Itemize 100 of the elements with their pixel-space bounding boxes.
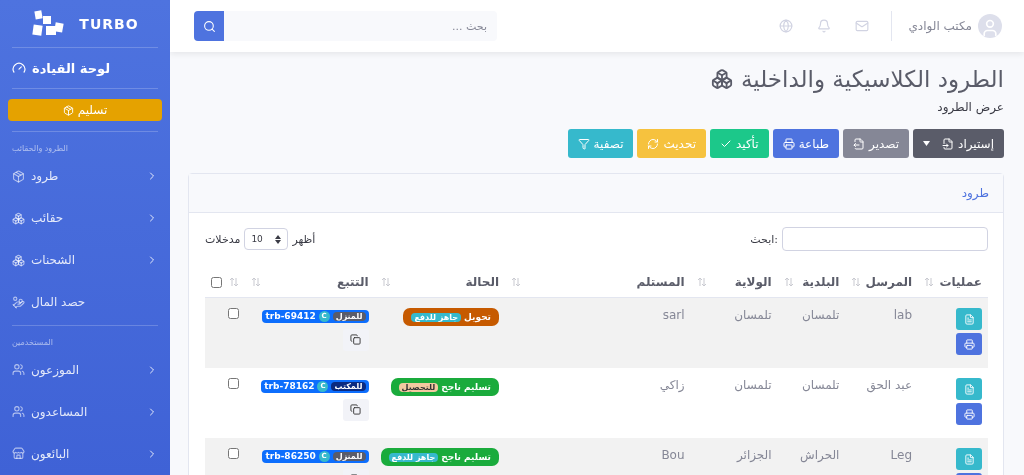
column-header[interactable]: المستلم (636, 275, 685, 289)
length-select[interactable]: 10 (244, 228, 289, 250)
table-cell: تلمسان (777, 368, 846, 438)
table-cell: عبد الحق (845, 368, 919, 438)
sidebar-item[interactable]: حقائب (8, 197, 162, 240)
sidebar-item[interactable]: الشحنات (8, 239, 162, 282)
print-button[interactable] (956, 403, 982, 425)
column-header[interactable]: الحالة (465, 275, 499, 289)
document-button[interactable] (956, 308, 982, 330)
page-subtitle: عرض الطرود (936, 100, 1004, 114)
sort-icon (924, 277, 935, 287)
filter-label: :ابحث (750, 232, 778, 246)
table-cell: زاكي (505, 368, 691, 438)
table-cell: تلمسان (777, 297, 846, 368)
table-cell: الحراش (777, 438, 846, 475)
column-header[interactable]: البلدية (802, 275, 840, 289)
search-icon (202, 19, 216, 33)
boxes-icon (12, 211, 25, 225)
table-cell: تلمسان (690, 368, 778, 438)
row-checkbox[interactable] (227, 448, 239, 459)
tracking-number: trb-86250 (265, 451, 316, 461)
search-button[interactable] (194, 11, 224, 41)
payment-tag: للتحصيل (398, 382, 439, 392)
document-icon (963, 313, 975, 325)
boxes-icon (711, 68, 733, 90)
hand-icon (12, 295, 25, 309)
file-export-icon (853, 137, 866, 150)
store-icon (12, 447, 25, 461)
boxes-icon (12, 253, 25, 267)
sidebar-item[interactable]: البائعون (8, 433, 162, 475)
package-icon (62, 104, 74, 116)
row-checkbox[interactable] (227, 308, 239, 319)
sidebar-heading: الطرود والحقائب (11, 143, 69, 156)
dashboard-link[interactable]: لوحة القيادة (8, 48, 162, 89)
brand-name: TURBO (79, 15, 139, 32)
tracking-number: trb-78162 (264, 381, 315, 391)
length-label: أظهر (292, 232, 316, 246)
copy-button[interactable] (342, 398, 369, 421)
search-field[interactable]: بحث ... (224, 11, 497, 41)
copy-icon (350, 404, 361, 415)
table-cell: sarl (505, 297, 691, 368)
refresh-icon (647, 137, 660, 150)
table-cell: الجزائر (690, 438, 778, 475)
length-label: مدخلات (205, 232, 241, 246)
tracking-number: trb-69412 (265, 311, 316, 321)
sort-icon (250, 277, 261, 287)
table-cell: Leg (845, 438, 919, 475)
column-header[interactable]: الولاية (734, 275, 772, 289)
print-button[interactable] (956, 333, 982, 355)
delivery-tag: للمكتب (331, 381, 366, 391)
users-icon (12, 363, 25, 377)
sort-icon (228, 277, 239, 287)
sidebar-item[interactable]: الموزعون (8, 349, 162, 391)
file-import-icon (942, 137, 955, 150)
delivery-tag: للمنزل (332, 451, 366, 461)
gauge-icon (12, 61, 26, 76)
column-header[interactable]: المرسل (865, 275, 913, 289)
copy-icon (350, 334, 361, 345)
action-button[interactable]: تصدير (843, 129, 910, 158)
document-icon (963, 383, 975, 395)
action-button[interactable]: طباعة (772, 129, 840, 158)
delivery-tag: للمنزل (332, 311, 366, 321)
document-button[interactable] (956, 448, 982, 470)
logo-icon (31, 8, 66, 39)
caret-icon (923, 141, 931, 146)
action-button[interactable]: إستيراد (913, 129, 1004, 158)
column-header[interactable]: عمليات (939, 275, 982, 289)
row-checkbox[interactable] (227, 378, 239, 389)
status-label: تحويل (464, 312, 491, 322)
status-label: تسليم ناجح (441, 382, 491, 392)
printer-icon (963, 338, 975, 350)
table-cell: lab (845, 297, 919, 368)
sidebar-heading: المستخدمين (11, 337, 54, 349)
page-title: الطرود الكلاسيكية والداخلية (741, 66, 1004, 92)
sidebar-item[interactable]: حصد المال (8, 281, 162, 324)
user-name[interactable]: مكتب الوادي (908, 19, 972, 33)
sort-icon (851, 277, 862, 287)
table-cell: تلمسان (690, 297, 778, 368)
caret-icon (275, 234, 282, 244)
card-title: طرود (189, 174, 1003, 213)
filter-icon (577, 137, 590, 150)
sidebar-item[interactable]: طرود (8, 155, 162, 198)
payment-tag: جاهز للدفع (388, 452, 439, 462)
sort-icon (380, 277, 391, 287)
copy-button[interactable] (342, 328, 369, 351)
document-button[interactable] (956, 378, 982, 400)
select-all-checkbox[interactable] (211, 276, 222, 288)
action-button[interactable]: تصفية (567, 129, 634, 158)
sort-icon (783, 277, 794, 287)
document-icon (963, 453, 975, 465)
users-icon (12, 405, 25, 419)
column-header[interactable]: التتبع (337, 275, 369, 289)
sidebar-item[interactable]: المساعدون (8, 391, 162, 433)
printer-icon (782, 137, 795, 150)
status-label: تسليم ناجح (441, 452, 491, 462)
filter-field[interactable] (782, 227, 988, 251)
table-cell: Bou (505, 438, 691, 475)
printer-icon (963, 408, 975, 420)
sort-icon (511, 277, 521, 287)
package-icon (12, 169, 25, 183)
